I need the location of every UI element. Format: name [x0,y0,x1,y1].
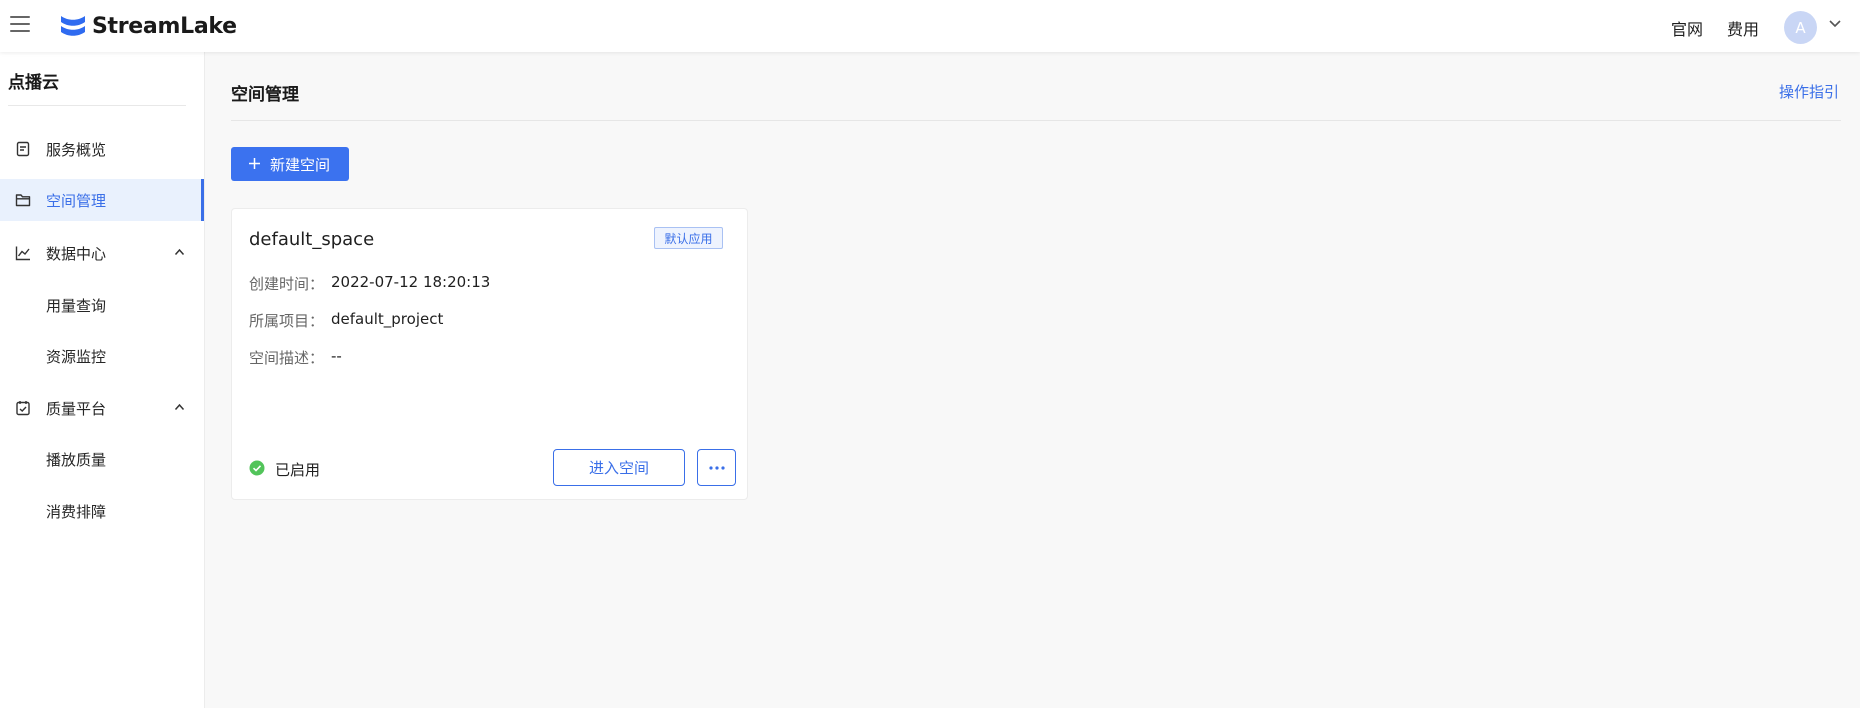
space-card: default_space 默认应用 创建时间： 2022-07-12 18:2… [231,208,748,500]
more-dots-icon [709,466,725,470]
description-field: 空间描述： -- [249,347,342,368]
sidebar-item-space-management[interactable]: 空间管理 [0,179,204,221]
new-space-label: 新建空间 [270,156,331,174]
field-value: default_project [331,310,444,328]
top-bar: StreamLake 官网 费用 A [0,0,1860,52]
sidebar-item-label: 质量平台 [46,400,107,418]
chevron-down-icon[interactable] [1828,19,1842,29]
user-avatar[interactable]: A [1784,11,1817,44]
sidebar-title: 点播云 [8,73,59,93]
sidebar-item-label: 播放质量 [46,451,107,469]
field-label: 所属项目： [249,312,325,330]
enter-space-label: 进入空间 [588,459,649,477]
default-app-badge: 默认应用 [654,227,723,249]
status-label: 已启用 [275,461,321,479]
main-content: 空间管理 操作指引 新建空间 default_space 默认应用 创建时间： … [205,52,1860,708]
plus-icon [249,158,260,169]
created-time-field: 创建时间： 2022-07-12 18:20:13 [249,273,490,294]
sidebar-item-label: 用量查询 [46,297,107,315]
sidebar-item-resource-monitor[interactable]: 资源监控 [0,335,204,377]
field-value: -- [331,347,342,365]
sidebar-item-playback-quality[interactable]: 播放质量 [0,438,204,480]
sidebar-item-label: 消费排障 [46,503,107,521]
sidebar-item-label: 资源监控 [46,348,107,366]
official-site-link[interactable]: 官网 [1671,16,1703,40]
more-actions-button[interactable] [697,449,736,486]
document-icon [16,141,30,157]
avatar-initial: A [1795,18,1806,37]
streamlake-logo[interactable]: StreamLake [58,12,237,40]
sidebar-item-consumption-troubleshoot[interactable]: 消费排障 [0,490,204,532]
line-chart-icon [15,246,30,261]
field-label: 空间描述： [249,349,325,367]
sidebar-divider [8,105,186,106]
sidebar-item-quality-platform[interactable]: 质量平台 [0,387,204,429]
billing-link[interactable]: 费用 [1727,16,1759,40]
chevron-up-icon [174,403,185,410]
checklist-icon [16,401,30,416]
sidebar-item-service-overview[interactable]: 服务概览 [0,128,204,170]
space-name: default_space [249,229,375,250]
new-space-button[interactable]: 新建空间 [231,147,349,181]
sidebar-item-label: 空间管理 [46,192,107,210]
field-label: 创建时间： [249,275,325,293]
brand-name: StreamLake [92,13,237,39]
page-title: 空间管理 [231,85,299,105]
hamburger-menu-icon[interactable] [10,16,30,34]
check-circle-icon [249,460,265,476]
sidebar-item-label: 数据中心 [46,245,107,263]
field-value: 2022-07-12 18:20:13 [331,273,491,291]
sidebar-item-usage-query[interactable]: 用量查询 [0,284,204,326]
streamlake-logo-icon [61,16,85,36]
sidebar: 点播云 服务概览 空间管理 数据中心 用量查询 资源监控 质量平台 播放质量 消… [0,52,205,708]
chevron-up-icon [174,248,185,255]
header-divider [231,120,1841,121]
sidebar-item-label: 服务概览 [46,141,107,159]
project-field: 所属项目： default_project [249,310,443,331]
folder-icon [15,194,31,207]
sidebar-item-data-center[interactable]: 数据中心 [0,232,204,274]
operation-guide-link[interactable]: 操作指引 [1779,81,1839,102]
enter-space-button[interactable]: 进入空间 [553,449,685,486]
